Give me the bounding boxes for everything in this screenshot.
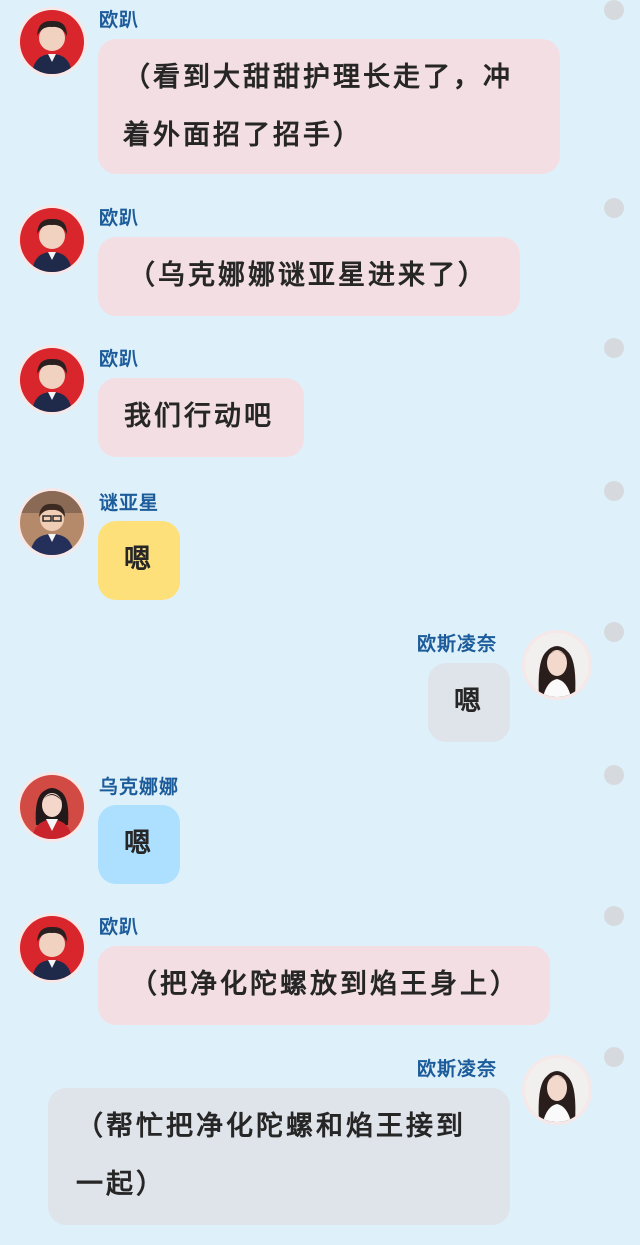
message-status-dot [604,906,624,926]
message-text: （乌克娜娜谜亚星进来了） [128,260,488,291]
message-text: （帮忙把净化陀螺和焰王接到 [76,1111,466,1142]
mi-ya-xing-avatar[interactable] [20,491,84,555]
ou-pa-avatar[interactable] [20,208,84,272]
wu-ke-na-na-avatar[interactable] [20,775,84,839]
sender-name: 欧趴 [99,9,140,31]
message-text: 嗯 [454,686,484,717]
sender-name: 欧趴 [99,207,140,229]
message-text: （把净化陀螺放到焰王身上） [130,969,520,1000]
message-bubble[interactable]: （把净化陀螺放到焰王身上） [98,946,550,1025]
message-bubble[interactable]: （乌克娜娜谜亚星进来了） [98,237,520,316]
message-status-dot [604,1047,624,1067]
message-bubble[interactable]: （看到大甜甜护理长走了，冲 着外面招了招手） [98,39,560,174]
message-status-dot [604,0,624,20]
message-text: 嗯 [124,828,154,859]
message-bubble[interactable]: 我们行动吧 [98,378,304,457]
message-bubble[interactable]: 嗯 [98,521,180,600]
sender-name: 欧趴 [99,348,140,370]
sender-name: 欧斯凌奈 [417,1058,498,1080]
sender-name: 乌克娜娜 [99,776,180,798]
message-status-dot [604,198,624,218]
message-status-dot [604,765,624,785]
ou-pa-avatar[interactable] [20,348,84,412]
message-bubble[interactable]: 嗯 [428,663,510,742]
message-status-dot [604,622,624,642]
ou-pa-avatar[interactable] [20,10,84,74]
message-status-dot [604,338,624,358]
sender-name: 欧趴 [99,916,140,938]
message-bubble[interactable]: （帮忙把净化陀螺和焰王接到 一起） [48,1088,510,1225]
message-text: 着外面招了招手） [123,120,363,151]
message-status-dot [604,481,624,501]
message-text: 嗯 [124,544,154,575]
ou-pa-avatar[interactable] [20,916,84,980]
message-text: 我们行动吧 [124,401,274,432]
message-text: （看到大甜甜护理长走了，冲 [123,62,513,93]
ou-si-ling-nai-avatar[interactable] [525,1058,589,1122]
message-text: 一起） [76,1169,166,1200]
sender-name: 欧斯凌奈 [417,633,498,655]
ou-si-ling-nai-avatar[interactable] [525,633,589,697]
sender-name: 谜亚星 [99,492,160,514]
message-bubble[interactable]: 嗯 [98,805,180,884]
